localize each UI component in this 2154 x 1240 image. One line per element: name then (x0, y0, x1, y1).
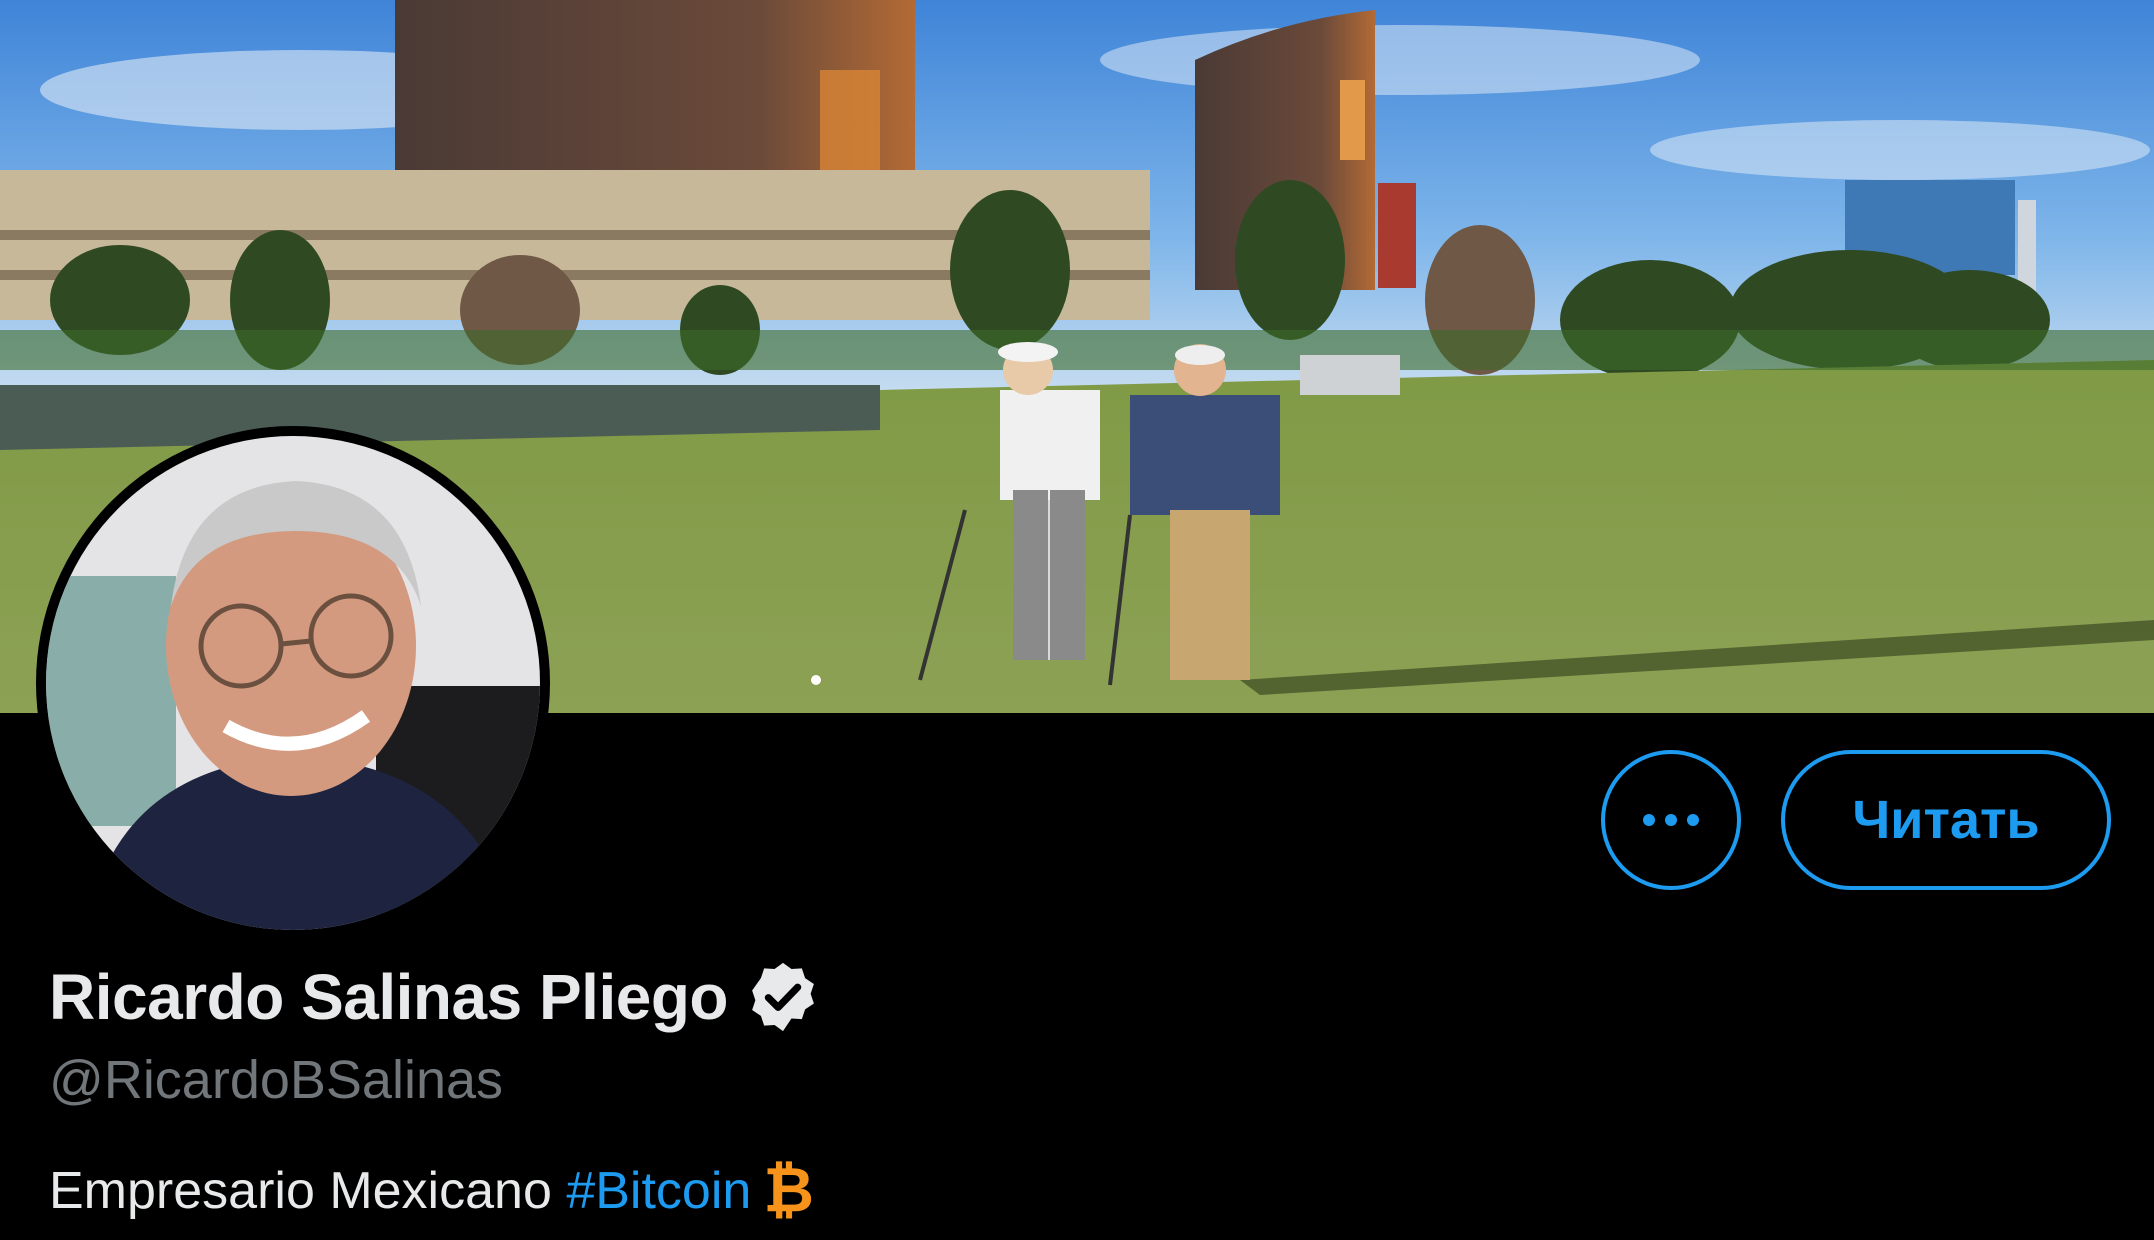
bio-text: Empresario Mexicano (49, 1161, 567, 1220)
more-options-icon-dot (1687, 814, 1699, 826)
follow-button[interactable]: Читать (1781, 750, 2111, 890)
more-options-icon (1643, 814, 1655, 826)
bio-hashtag-link[interactable]: #Bitcoin (566, 1161, 751, 1221)
profile-bio: Empresario Mexicano #Bitcoin ₿ (49, 1155, 814, 1226)
display-name: Ricardo Salinas Pliego (49, 961, 729, 1033)
profile-avatar[interactable] (36, 426, 550, 940)
name-row: Ricardo Salinas Pliego (49, 958, 822, 1036)
user-handle: @RicardoBSalinas (49, 1050, 504, 1110)
more-options-icon-dot (1665, 814, 1677, 826)
verified-badge-icon (752, 962, 814, 1032)
avatar-image (46, 436, 540, 930)
more-options-button[interactable] (1601, 750, 1741, 890)
bitcoin-icon: ₿ (763, 1156, 814, 1225)
